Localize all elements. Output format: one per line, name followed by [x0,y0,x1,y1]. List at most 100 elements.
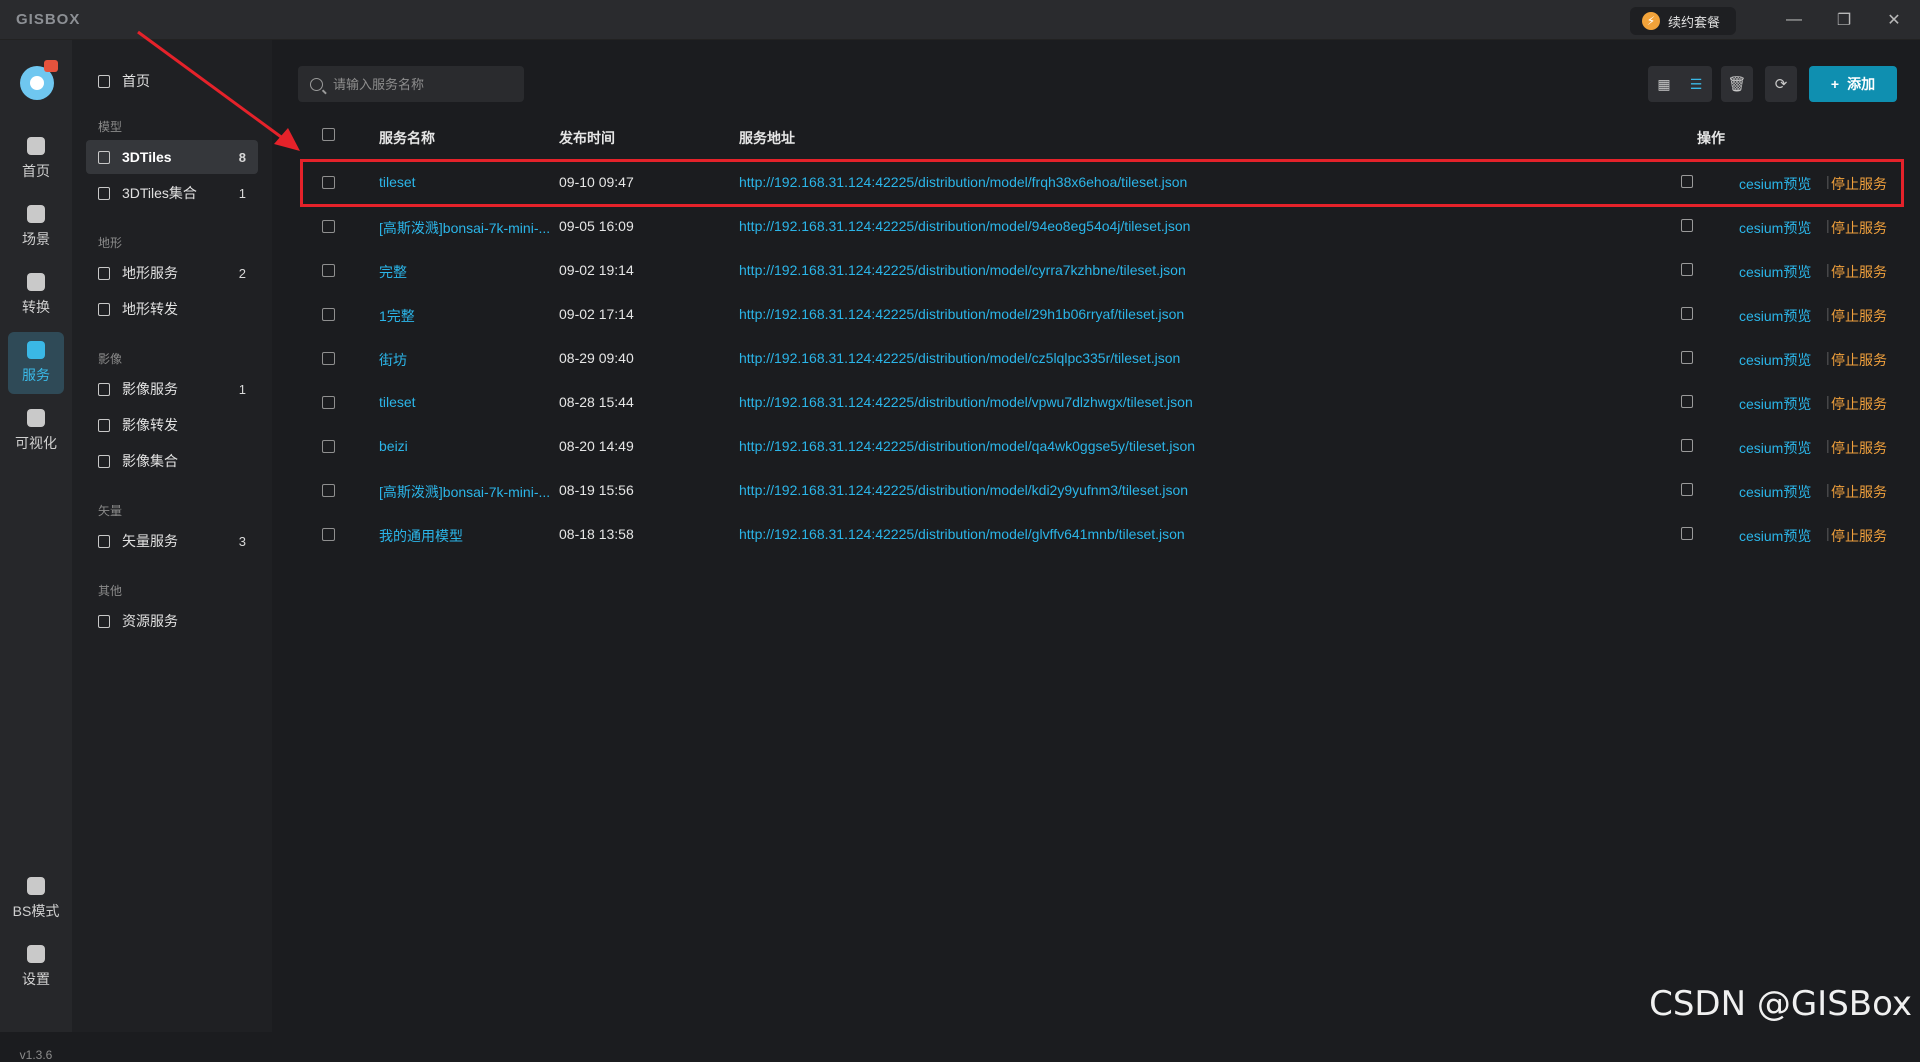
row-checkbox[interactable] [322,308,335,321]
sidebar-item-label: 地形转发 [122,299,178,319]
cesium-preview-link[interactable]: cesium预览 [1739,438,1811,458]
header-name: 服务名称 [379,128,435,148]
publish-time: 09-02 19:14 [559,262,634,278]
stop-service-link[interactable]: 停止服务 [1831,350,1887,370]
service-name-link[interactable]: 街坊 [379,350,557,370]
cesium-preview-link[interactable]: cesium预览 [1739,394,1811,414]
row-checkbox[interactable] [322,220,335,233]
service-url-link[interactable]: http://192.168.31.124:42225/distribution… [739,262,1186,278]
rail-item-label: 设置 [22,969,50,989]
search-box[interactable] [298,66,524,102]
refresh-button[interactable]: ⟳ [1765,66,1797,102]
cesium-preview-link[interactable]: cesium预览 [1739,482,1811,502]
sidebar-item-label: 影像转发 [122,415,178,435]
stop-service-link[interactable]: 停止服务 [1831,218,1887,238]
grid-view-icon[interactable]: ▦ [1648,66,1680,102]
table-row: tileset08-28 15:44http://192.168.31.124:… [272,380,1920,424]
sidebar-item-count: 3 [239,534,246,549]
sidebar-item-home[interactable]: 首页 [86,64,258,98]
row-checkbox[interactable] [322,264,335,277]
copy-icon[interactable] [1681,439,1693,452]
service-name-link[interactable]: 1完整 [379,306,557,326]
sidebar-item-label: 影像集合 [122,451,178,471]
delete-button[interactable]: 🗑 [1721,66,1753,102]
stop-service-link[interactable]: 停止服务 [1831,482,1887,502]
service-name-link[interactable]: [高斯泼溅]bonsai-7k-mini-... [379,218,557,238]
rail-item-label: 首页 [22,161,50,181]
cesium-preview-link[interactable]: cesium预览 [1739,526,1811,546]
service-url-link[interactable]: http://192.168.31.124:42225/distribution… [739,350,1180,366]
service-name-link[interactable]: 完整 [379,262,557,282]
rail-item-label: 场景 [22,229,50,249]
copy-icon[interactable] [1681,483,1693,496]
row-checkbox[interactable] [322,352,335,365]
rail-item-3[interactable]: 服务 [8,332,64,394]
search-input[interactable] [333,77,513,92]
copy-icon[interactable] [1681,351,1693,364]
list-view-icon[interactable]: ☰ [1680,66,1712,102]
service-url-link[interactable]: http://192.168.31.124:42225/distribution… [739,482,1188,498]
service-name-link[interactable]: [高斯泼溅]bonsai-7k-mini-... [379,482,557,502]
copy-icon[interactable] [1681,527,1693,540]
sidebar-group-title: 矢量 [98,502,122,519]
rail-item-0[interactable]: 首页 [8,128,64,190]
stop-service-link[interactable]: 停止服务 [1831,526,1887,546]
close-icon[interactable]: ✕ [1878,8,1910,32]
sidebar-item[interactable]: 资源服务 [86,604,258,638]
service-url-link[interactable]: http://192.168.31.124:42225/distribution… [739,526,1185,542]
row-checkbox[interactable] [322,484,335,497]
sidebar-item-label: 地形服务 [122,263,178,283]
cesium-preview-link[interactable]: cesium预览 [1739,218,1811,238]
refresh-icon: ⟳ [1775,75,1788,93]
row-checkbox[interactable] [322,528,335,541]
service-name-link[interactable]: tileset [379,394,557,410]
rail-item-1[interactable]: 场景 [8,196,64,258]
stop-service-link[interactable]: 停止服务 [1831,306,1887,326]
sidebar-item[interactable]: 3DTiles集合1 [86,176,258,210]
rail-item-5[interactable]: BS模式 [8,868,64,930]
row-checkbox[interactable] [322,396,335,409]
stop-service-link[interactable]: 停止服务 [1831,438,1887,458]
renew-package-button[interactable]: ⚡ 续约套餐 [1630,7,1736,35]
restore-icon[interactable]: ❐ [1828,8,1860,32]
sidebar-item[interactable]: 影像集合 [86,444,258,478]
settings-icon [27,945,45,963]
cesium-preview-link[interactable]: cesium预览 [1739,262,1811,282]
highlight-box [300,159,1904,207]
table-row: beizi08-20 14:49http://192.168.31.124:42… [272,424,1920,468]
copy-icon[interactable] [1681,219,1693,232]
minimize-icon[interactable]: — [1778,8,1810,32]
rail-item-4[interactable]: 可视化 [8,400,64,462]
copy-icon[interactable] [1681,307,1693,320]
sidebar-item[interactable]: 影像转发 [86,408,258,442]
select-all-checkbox[interactable] [322,128,335,141]
separator: | [1826,349,1830,365]
row-checkbox[interactable] [322,440,335,453]
sidebar-item[interactable]: 矢量服务3 [86,524,258,558]
service-url-link[interactable]: http://192.168.31.124:42225/distribution… [739,438,1195,454]
copy-icon[interactable] [1681,263,1693,276]
add-button[interactable]: + 添加 [1809,66,1897,102]
sidebar-item[interactable]: 3DTiles8 [86,140,258,174]
service-url-link[interactable]: http://192.168.31.124:42225/distribution… [739,306,1184,322]
stop-service-link[interactable]: 停止服务 [1831,262,1887,282]
service-name-link[interactable]: 我的通用模型 [379,526,557,546]
rail-item-6[interactable]: 设置 [8,936,64,998]
copy-icon[interactable] [1681,395,1693,408]
sidebar-item[interactable]: 影像服务1 [86,372,258,406]
header-url: 服务地址 [739,128,795,148]
view-toggle[interactable]: ▦ ☰ [1648,66,1712,102]
service-url-link[interactable]: http://192.168.31.124:42225/distribution… [739,218,1190,234]
service-type-icon [98,187,110,200]
service-name-link[interactable]: beizi [379,438,557,454]
service-type-icon [98,455,110,468]
sidebar-item[interactable]: 地形转发 [86,292,258,326]
rail-item-2[interactable]: 转换 [8,264,64,326]
sidebar-item[interactable]: 地形服务2 [86,256,258,290]
separator: | [1826,305,1830,321]
stop-service-link[interactable]: 停止服务 [1831,394,1887,414]
service-url-link[interactable]: http://192.168.31.124:42225/distribution… [739,394,1193,410]
cesium-preview-link[interactable]: cesium预览 [1739,350,1811,370]
avatar[interactable] [20,66,54,100]
cesium-preview-link[interactable]: cesium预览 [1739,306,1811,326]
